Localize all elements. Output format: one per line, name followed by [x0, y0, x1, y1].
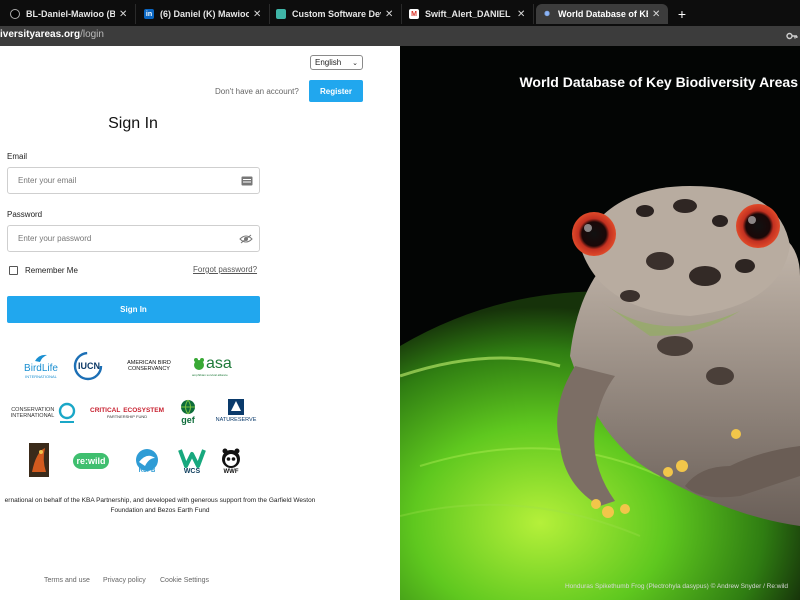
tab-close-icon[interactable]: ✕ — [652, 9, 662, 20]
remember-me[interactable]: Remember Me — [9, 266, 78, 275]
rspb-logo[interactable]: RSPB — [130, 444, 164, 478]
iucn-logo[interactable]: IUCN — [73, 351, 105, 381]
wcs-name: WCS — [183, 467, 201, 475]
asa-name: asa — [206, 355, 232, 372]
tab-title: (6) Daniel (K) Mawioo | LinkedIn — [160, 9, 249, 19]
conservation-international-logo[interactable]: CONSERVATION INTERNATIONAL — [7, 400, 81, 426]
gmail-icon: M — [409, 9, 419, 19]
no-account-text: Don't have an account? — [215, 87, 299, 96]
password-field[interactable]: Enter your password — [7, 225, 260, 252]
frog-photo — [400, 46, 800, 600]
email-field[interactable]: Enter your email — [7, 167, 260, 194]
wwf-name: WWF — [223, 469, 239, 475]
gef-logo[interactable]: gef — [174, 397, 202, 427]
wwf-logo[interactable]: WWF — [218, 444, 244, 478]
frog-icon — [194, 358, 204, 370]
abc-logo[interactable]: AMERICAN BIRD CONSERVANCY — [116, 352, 182, 380]
password-label: Password — [7, 210, 43, 219]
tab-title: Swift_Alert_DANIEL KIOKO MA — [425, 9, 513, 19]
asa-logo[interactable]: asa amphibian survival alliance — [192, 351, 250, 381]
sign-in-button[interactable]: Sign In — [7, 296, 260, 323]
terms-link[interactable]: Terms and use — [44, 577, 90, 584]
hero-panel: World Database of Key Biodiversity Areas… — [400, 46, 800, 600]
cepf-logo[interactable]: CRITICAL ECOSYSTEM PARTNERSHIP FUND — [90, 402, 164, 424]
url-host: iversityareas.org — [0, 29, 81, 40]
wcs-logo[interactable]: WCS — [176, 444, 208, 478]
forgot-password-link[interactable]: Forgot password? — [193, 265, 257, 274]
natureserve-name: NATURESERVE — [215, 417, 257, 423]
language-select[interactable]: English ⌄ — [310, 55, 363, 70]
tab-title: Custom Software Development — [292, 9, 381, 19]
privacy-link[interactable]: Privacy policy — [103, 577, 146, 584]
browser-tab-linkedin[interactable]: in (6) Daniel (K) Mawioo | LinkedIn ✕ — [138, 4, 270, 24]
email-label: Email — [7, 152, 28, 161]
tab-title: BL-Daniel-Mawioo (BL Daniel M — [26, 9, 115, 19]
acknowledgement-line1: ernational on behalf of the KBA Partners… — [4, 497, 316, 504]
tab-close-icon[interactable]: ✕ — [253, 9, 263, 20]
page-title: Sign In — [108, 115, 158, 132]
cepf-name1: CRITICAL — [90, 407, 121, 414]
visibility-toggle-icon[interactable] — [239, 234, 253, 244]
cookie-settings-link[interactable]: Cookie Settings — [160, 577, 209, 584]
browser-tab-software[interactable]: Custom Software Development ✕ — [270, 4, 402, 24]
artwork-emblem-icon — [29, 443, 49, 477]
bird-artwork-logo[interactable] — [28, 442, 50, 478]
iucn-name: IUCN — [78, 361, 100, 371]
birdlife-name: BirdLife — [24, 363, 58, 374]
url-text[interactable]: iversityareas.org/login — [0, 29, 104, 40]
birdlife-logo[interactable]: BirdLife INTERNATIONAL — [18, 349, 64, 383]
abc-line2: CONSERVANCY — [128, 366, 170, 372]
cepf-sub: PARTNERSHIP FUND — [106, 414, 148, 419]
gef-name: gef — [181, 415, 195, 425]
tab-title: World Database of KBAs — [558, 9, 648, 19]
birdlife-sub: INTERNATIONAL — [25, 374, 57, 379]
rewild-mark: re:wild — [73, 453, 109, 469]
site-icon — [276, 9, 286, 19]
password-placeholder: Enter your password — [18, 234, 92, 243]
autofill-card-icon[interactable] — [241, 176, 253, 186]
tab-close-icon[interactable]: ✕ — [119, 9, 129, 20]
tab-close-icon[interactable]: ✕ — [517, 9, 527, 20]
globe-icon — [181, 399, 195, 415]
rspb-name: RSPB — [138, 468, 156, 474]
linkedin-icon: in — [144, 9, 154, 19]
url-path: /login — [80, 29, 104, 40]
hero-title: World Database of Key Biodiversity Areas — [519, 74, 798, 90]
login-panel: English ⌄ Don't have an account? Registe… — [0, 46, 400, 600]
cepf-name2: ECOSYSTEM — [123, 407, 164, 414]
wcs-w-icon — [178, 448, 206, 468]
browser-tab-bar: BL-Daniel-Mawioo (BL Daniel M ✕ in (6) D… — [0, 0, 800, 26]
rewild-name: re:wild — [76, 456, 106, 466]
tab-close-icon[interactable]: ✕ — [385, 9, 395, 20]
ci-line2: INTERNATIONAL — [10, 413, 55, 419]
remember-label: Remember Me — [25, 266, 78, 275]
acknowledgement-line2: Foundation and Bezos Earth Fund — [110, 507, 210, 514]
email-placeholder: Enter your email — [18, 176, 77, 185]
photo-caption: Honduras Spikethumb Frog (Plectrohyla da… — [564, 583, 788, 590]
rewild-logo[interactable]: re:wild — [64, 449, 118, 473]
browser-tab-kba[interactable]: ✺ World Database of KBAs ✕ — [536, 4, 668, 24]
register-button[interactable]: Register — [309, 80, 363, 102]
language-value: English — [315, 58, 342, 67]
key-icon[interactable] — [786, 30, 798, 42]
browser-tab-gmail[interactable]: M Swift_Alert_DANIEL KIOKO MA ✕ — [403, 4, 534, 24]
remember-checkbox[interactable] — [9, 266, 18, 275]
natureserve-mark-icon — [228, 399, 244, 415]
chevron-down-icon: ⌄ — [352, 59, 358, 67]
new-tab-button[interactable]: + — [674, 4, 690, 24]
kba-icon: ✺ — [544, 11, 550, 18]
browser-tab-github[interactable]: BL-Daniel-Mawioo (BL Daniel M ✕ — [4, 4, 136, 24]
natureserve-logo[interactable]: NATURESERVE — [213, 392, 259, 428]
github-icon — [10, 9, 20, 19]
bird-icon — [35, 354, 47, 362]
acknowledgement-text: ernational on behalf of the KBA Partners… — [0, 496, 350, 516]
address-bar[interactable]: iversityareas.org/login — [0, 26, 800, 46]
ci-ring-icon — [59, 402, 76, 423]
panda-icon — [222, 448, 240, 468]
asa-sub: amphibian survival alliance — [192, 373, 228, 377]
